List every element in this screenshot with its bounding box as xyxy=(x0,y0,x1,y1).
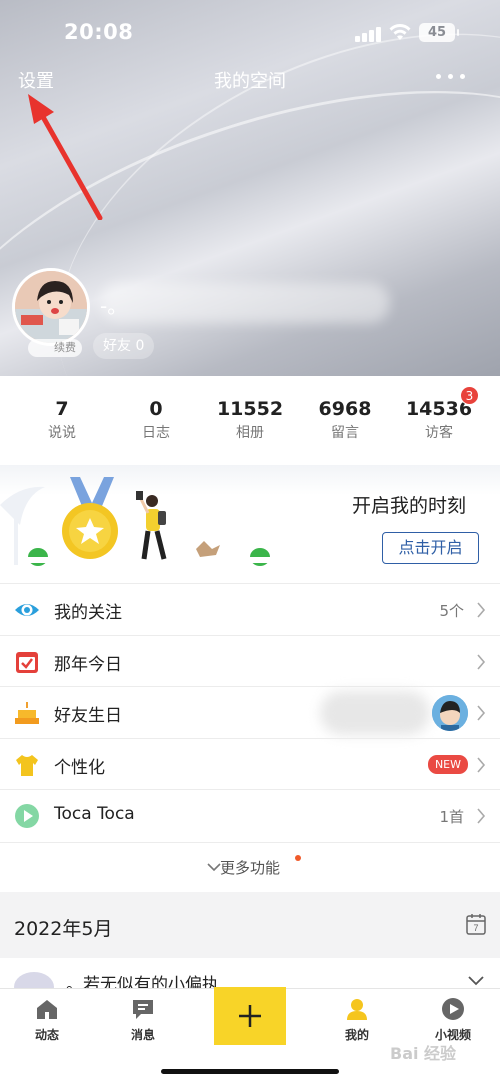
avatar-image xyxy=(15,271,87,343)
friends-count-button[interactable]: 好友 0 xyxy=(93,333,155,359)
calendar-check-icon xyxy=(16,651,38,673)
tab-label: 我的 xyxy=(344,1028,369,1042)
tshirt-icon xyxy=(16,754,38,776)
menu-label: 我的关注 xyxy=(54,603,122,623)
eye-icon xyxy=(15,604,39,616)
more-options-icon[interactable] xyxy=(436,74,466,82)
tab-me[interactable]: 我的 xyxy=(322,997,392,1043)
calendar-icon[interactable]: 7 xyxy=(466,913,486,935)
banner-illustration xyxy=(0,477,272,566)
home-indicator xyxy=(161,1069,339,1074)
menu-label: 那年今日 xyxy=(54,654,122,675)
chevron-right-icon xyxy=(477,757,486,773)
nickname-blurred xyxy=(100,283,390,323)
vip-renew-badge[interactable]: 续费 xyxy=(28,339,82,357)
stat-messages[interactable]: 6968 留言 xyxy=(295,398,395,442)
chevron-right-icon xyxy=(477,808,486,824)
stat-value: 7 xyxy=(55,398,69,420)
video-icon xyxy=(442,998,464,1020)
friend-avatar xyxy=(432,695,468,732)
tab-label: 消息 xyxy=(130,1028,155,1042)
new-badge: NEW xyxy=(427,754,468,774)
tab-messages[interactable]: 消息 xyxy=(108,997,178,1043)
notification-dot xyxy=(295,855,301,861)
month-label: 2022年5月 xyxy=(14,918,113,940)
status-time: 20:08 xyxy=(64,20,134,44)
wifi-icon xyxy=(389,24,411,40)
menu-item-friend-birthday[interactable]: 好友生日 xyxy=(0,686,500,738)
message-icon xyxy=(133,1000,153,1019)
stat-label: 相册 xyxy=(236,425,264,441)
calendar-day: 7 xyxy=(473,923,478,933)
stat-shuoshuo[interactable]: 7 说说 xyxy=(12,398,112,442)
stat-value: 0 xyxy=(149,398,163,420)
user-icon xyxy=(347,999,367,1020)
more-features-label: 更多功能 xyxy=(219,859,280,877)
stat-value: 11552 xyxy=(216,398,284,420)
chevron-right-icon xyxy=(477,705,486,721)
stats-row: 7 说说 0 日志 11552 相册 6968 留言 14536 访客 xyxy=(0,376,500,466)
menu-label: 个性化 xyxy=(54,757,105,778)
annotation-arrow xyxy=(28,94,103,220)
month-header: 2022年5月 7 xyxy=(0,892,500,958)
visitor-count-badge: 3 xyxy=(460,386,479,405)
blurred-content xyxy=(320,691,430,736)
menu-item-personalize[interactable]: 个性化 NEW xyxy=(0,737,500,790)
tab-short-video[interactable]: 小视频 xyxy=(418,997,488,1043)
chevron-right-icon xyxy=(477,602,486,618)
banner-title: 开启我的时刻 xyxy=(352,495,467,517)
menu-label: 好友生日 xyxy=(54,706,122,727)
tab-feed[interactable]: 动态 xyxy=(12,997,82,1043)
stat-label: 访客 xyxy=(425,425,453,441)
more-features-button[interactable]: 更多功能 xyxy=(0,842,500,892)
stat-visitors[interactable]: 14536 访客 xyxy=(389,398,489,442)
plus-icon xyxy=(239,1005,261,1027)
chevron-down-icon[interactable] xyxy=(468,976,484,986)
cellular-signal-icon xyxy=(355,26,381,42)
stat-label: 留言 xyxy=(331,425,359,441)
menu-label: Toca Toca xyxy=(54,804,135,825)
my-moment-banner: 开启我的时刻 点击开启 xyxy=(0,465,500,583)
menu-item-toca-toca[interactable]: Toca Toca 1首 xyxy=(0,789,500,841)
home-icon xyxy=(37,1000,57,1019)
menu-item-following[interactable]: 我的关注 5个 xyxy=(0,583,500,635)
stat-value: 6968 xyxy=(318,398,372,420)
feature-menu: 我的关注 5个 那年今日 好友生日 个性化 NEW Toca Toca 1首 xyxy=(0,583,500,841)
baidu-watermark: Bai 经验 xyxy=(390,1044,457,1063)
profile-avatar[interactable] xyxy=(12,268,90,346)
stat-blog[interactable]: 0 日志 xyxy=(106,398,206,442)
publish-plus-button[interactable] xyxy=(214,987,286,1045)
menu-value: 5个 xyxy=(439,602,464,620)
status-bar: 20:08 45 xyxy=(0,0,500,64)
open-moment-button[interactable]: 点击开启 xyxy=(382,532,479,564)
menu-value: 1首 xyxy=(439,808,464,827)
battery-icon: 45 xyxy=(419,23,459,42)
stat-albums[interactable]: 11552 相册 xyxy=(200,398,300,442)
cake-icon xyxy=(15,702,39,725)
qzone-profile-page: 20:08 45 设置 我的空间 -。 续费 好友 0 7 说说 0 日志 11… xyxy=(0,0,500,1084)
nickname-prefix: -。 xyxy=(100,294,128,318)
play-icon xyxy=(15,804,39,829)
menu-item-on-this-day[interactable]: 那年今日 xyxy=(0,634,500,687)
post-preview[interactable]: 。若无似有的小偏执 xyxy=(0,958,500,1002)
stat-label: 日志 xyxy=(142,425,170,441)
stat-label: 说说 xyxy=(48,425,76,441)
chevron-right-icon xyxy=(477,654,486,670)
tab-label: 动态 xyxy=(34,1028,59,1042)
